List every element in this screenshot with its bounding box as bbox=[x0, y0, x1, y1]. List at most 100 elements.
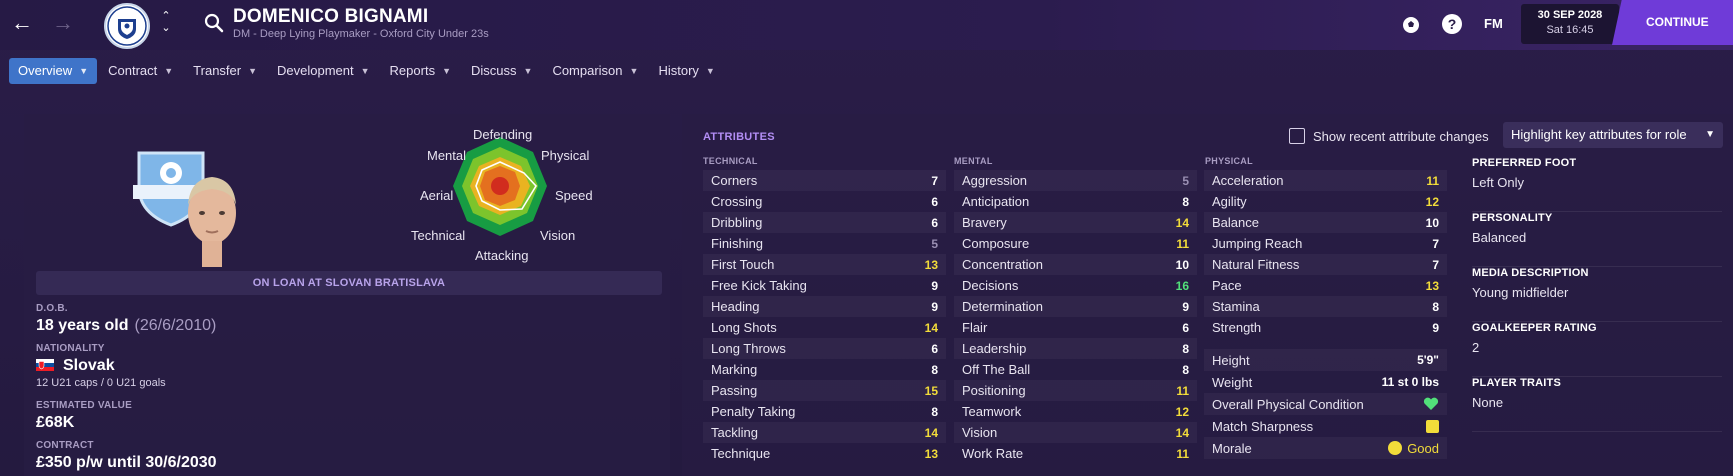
attribute-row[interactable]: Tackling 14 bbox=[703, 422, 946, 443]
chevron-down-icon: ▼ bbox=[360, 66, 370, 76]
attribute-name: Off The Ball bbox=[962, 362, 1031, 377]
tab-label: Contract bbox=[108, 63, 158, 78]
attribute-row[interactable]: Finishing 5 bbox=[703, 233, 946, 254]
morale-icon bbox=[1388, 441, 1403, 455]
attribute-row[interactable]: Work Rate 11 bbox=[954, 443, 1197, 464]
attribute-name: Decisions bbox=[962, 278, 1019, 293]
attribute-row[interactable]: Leadership 8 bbox=[954, 338, 1197, 359]
attribute-row[interactable]: Teamwork 12 bbox=[954, 401, 1197, 422]
height-value: 5'9" bbox=[1417, 353, 1439, 367]
attribute-row[interactable]: Determination 9 bbox=[954, 296, 1197, 317]
side-info-value: Balanced bbox=[1472, 230, 1527, 245]
attribute-value: 9 bbox=[931, 299, 938, 314]
game-date: 30 SEP 2028 Sat 16:45 bbox=[1521, 4, 1619, 44]
attribute-name: Determination bbox=[962, 299, 1043, 314]
attribute-value: 6 bbox=[1182, 320, 1189, 335]
attribute-row[interactable]: Natural Fitness 7 bbox=[1204, 254, 1447, 275]
sharpness-row: Match Sharpness bbox=[1204, 415, 1447, 437]
attribute-name: Pace bbox=[1212, 278, 1242, 293]
mental-attribute-list: Aggression 5 Anticipation 8 Bravery 14 Composu… bbox=[954, 170, 1197, 464]
highlight-attributes-dropdown[interactable]: Highlight key attributes for role ▼ bbox=[1503, 122, 1723, 148]
chevron-down-icon: ▼ bbox=[164, 66, 174, 76]
attribute-row[interactable]: Crossing 6 bbox=[703, 191, 946, 212]
attribute-row[interactable]: Technique 13 bbox=[703, 443, 946, 464]
attribute-name: Jumping Reach bbox=[1212, 236, 1303, 251]
match-sharpness-icon bbox=[1426, 419, 1439, 433]
contract-value: £350 p/w until 30/6/2030 bbox=[36, 454, 217, 471]
help-icon[interactable]: ? bbox=[1442, 14, 1462, 34]
club-badge-icon[interactable] bbox=[104, 3, 150, 49]
attribute-row[interactable]: Dribbling 6 bbox=[703, 212, 946, 233]
attribute-row[interactable]: Positioning 11 bbox=[954, 380, 1197, 401]
attribute-row[interactable]: Decisions 16 bbox=[954, 275, 1197, 296]
attribute-row[interactable]: Anticipation 8 bbox=[954, 191, 1197, 212]
club-switch-icon[interactable]: ⌃ ⌄ bbox=[159, 10, 173, 38]
attribute-value: 6 bbox=[931, 215, 938, 230]
tab-transfer[interactable]: Transfer ▼ bbox=[184, 58, 266, 84]
morale-value[interactable]: Good bbox=[1388, 441, 1439, 456]
attribute-row[interactable]: Bravery 14 bbox=[954, 212, 1197, 233]
attribute-row[interactable]: Flair 6 bbox=[954, 317, 1197, 338]
attribute-row[interactable]: Stamina 8 bbox=[1204, 296, 1447, 317]
attribute-row[interactable]: Balance 10 bbox=[1204, 212, 1447, 233]
polar-label-technical: Technical bbox=[411, 228, 466, 243]
recent-changes-checkbox[interactable] bbox=[1289, 128, 1305, 144]
forward-arrow-icon[interactable]: → bbox=[50, 10, 76, 36]
attribute-row[interactable]: Passing 15 bbox=[703, 380, 946, 401]
back-arrow-icon[interactable]: ← bbox=[9, 10, 35, 36]
attribute-row[interactable]: Acceleration 11 bbox=[1204, 170, 1447, 191]
attribute-row[interactable]: Long Shots 14 bbox=[703, 317, 946, 338]
side-info-block: PERSONALITY Balanced bbox=[1472, 212, 1722, 267]
slovakia-flag-icon bbox=[36, 359, 54, 371]
attribute-row[interactable]: Pace 13 bbox=[1204, 275, 1447, 296]
continue-button[interactable]: CONTINUE bbox=[1612, 0, 1733, 45]
technical-header: TECHNICAL bbox=[703, 156, 758, 166]
attribute-row[interactable]: Strength 9 bbox=[1204, 317, 1447, 338]
attribute-row[interactable]: Agility 12 bbox=[1204, 191, 1447, 212]
tab-label: History bbox=[658, 63, 699, 78]
attribute-value: 7 bbox=[931, 173, 938, 188]
tab-comparison[interactable]: Comparison ▼ bbox=[543, 58, 647, 84]
search-icon[interactable] bbox=[203, 12, 225, 34]
attribute-name: Corners bbox=[711, 173, 758, 188]
attribute-value: 7 bbox=[1432, 257, 1439, 272]
side-info-block: GOALKEEPER RATING 2 bbox=[1472, 322, 1722, 377]
weight-label: Weight bbox=[1212, 374, 1253, 390]
chevron-down-icon: ▼ bbox=[523, 66, 533, 76]
attribute-value: 9 bbox=[1432, 320, 1439, 335]
fm-menu-button[interactable]: FM bbox=[1484, 16, 1503, 31]
attribute-row[interactable]: Penalty Taking 8 bbox=[703, 401, 946, 422]
attribute-value: 9 bbox=[1182, 299, 1189, 314]
loan-status-bar[interactable]: ON LOAN AT SLOVAN BRATISLAVA bbox=[36, 271, 662, 295]
tab-discuss[interactable]: Discuss ▼ bbox=[462, 58, 541, 84]
attribute-row[interactable]: Jumping Reach 7 bbox=[1204, 233, 1447, 254]
tab-contract[interactable]: Contract ▼ bbox=[99, 58, 182, 84]
chevron-down-icon: ▼ bbox=[1705, 129, 1715, 140]
tab-overview[interactable]: Overview ▼ bbox=[9, 58, 98, 84]
attribute-row[interactable]: Free Kick Taking 9 bbox=[703, 275, 946, 296]
attribute-row[interactable]: Concentration 10 bbox=[954, 254, 1197, 275]
attribute-row[interactable]: Long Throws 6 bbox=[703, 338, 946, 359]
football-icon[interactable] bbox=[1400, 14, 1422, 36]
attribute-row[interactable]: Off The Ball 8 bbox=[954, 359, 1197, 380]
attribute-name: Passing bbox=[711, 383, 758, 398]
attribute-value: 14 bbox=[1175, 425, 1189, 440]
attribute-value: 11 bbox=[1176, 383, 1189, 398]
nationality-value[interactable]: Slovak bbox=[36, 357, 115, 375]
tab-history[interactable]: History ▼ bbox=[649, 58, 723, 84]
attribute-value: 8 bbox=[1182, 341, 1189, 356]
attribute-row[interactable]: First Touch 13 bbox=[703, 254, 946, 275]
attribute-value: 14 bbox=[924, 320, 938, 335]
attribute-name: Balance bbox=[1212, 215, 1259, 230]
attribute-row[interactable]: Marking 8 bbox=[703, 359, 946, 380]
tab-development[interactable]: Development ▼ bbox=[268, 58, 379, 84]
attribute-row[interactable]: Vision 14 bbox=[954, 422, 1197, 443]
attribute-row[interactable]: Aggression 5 bbox=[954, 170, 1197, 191]
attribute-row[interactable]: Composure 11 bbox=[954, 233, 1197, 254]
tab-reports[interactable]: Reports ▼ bbox=[381, 58, 460, 84]
attribute-name: Vision bbox=[962, 425, 998, 440]
attribute-row[interactable]: Corners 7 bbox=[703, 170, 946, 191]
player-side-info: PREFERRED FOOT Left Only PERSONALITY Balanc… bbox=[1472, 157, 1722, 432]
recent-changes-label[interactable]: Show recent attribute changes bbox=[1313, 129, 1489, 144]
attribute-row[interactable]: Heading 9 bbox=[703, 296, 946, 317]
